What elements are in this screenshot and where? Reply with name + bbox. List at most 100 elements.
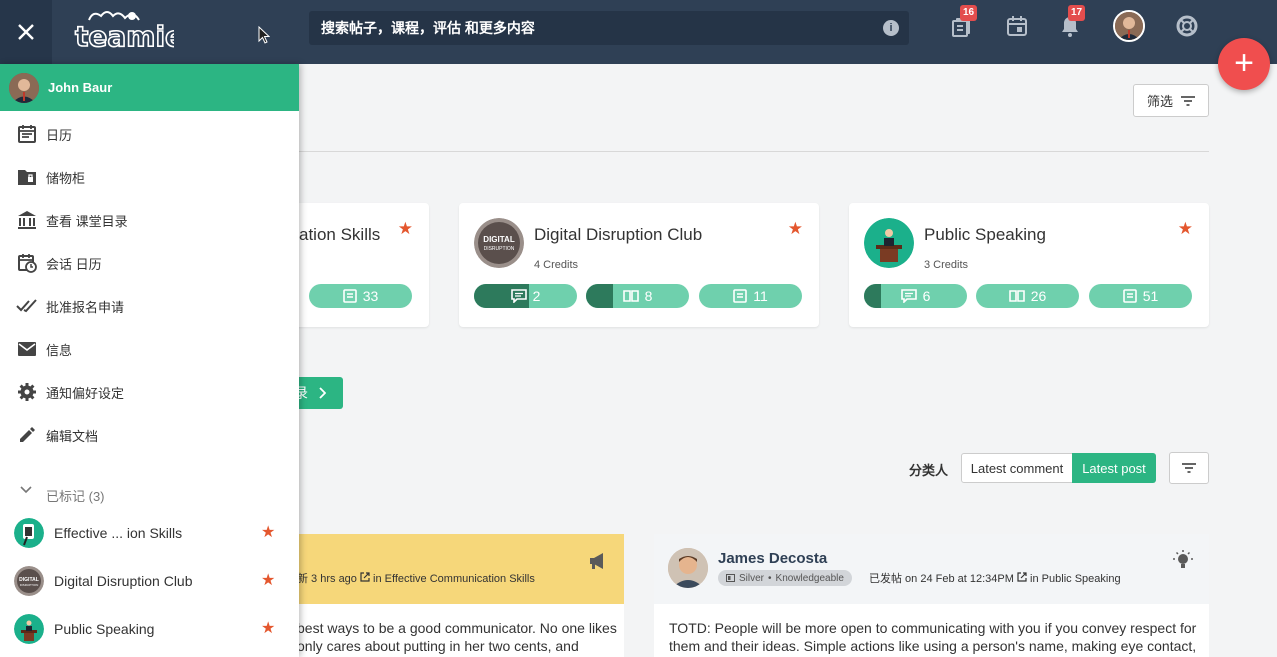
teamie-logo[interactable]: teamie	[74, 8, 185, 54]
sort-latest-post[interactable]: Latest post	[1072, 453, 1156, 483]
sort-filter-button[interactable]	[1169, 452, 1209, 484]
stat-value: 11	[753, 288, 768, 304]
sidebar-bookmark-item[interactable]: Effective ... ion Skills ★	[0, 510, 299, 556]
sort-label: 分类人	[909, 463, 949, 478]
external-link-icon[interactable]	[360, 572, 370, 582]
star-icon[interactable]: ★	[1178, 219, 1193, 239]
sidebar-item-session-calendar[interactable]: 会话 日历	[0, 243, 299, 283]
session-calendar-icon	[16, 252, 38, 274]
sidebar-item-calendar[interactable]: 日历	[0, 114, 299, 154]
course-stat-lessons[interactable]: 8	[586, 284, 689, 308]
posts-icon	[1122, 289, 1137, 303]
author-avatar[interactable]	[668, 548, 708, 588]
star-icon[interactable]: ★	[261, 618, 275, 638]
course-avatar	[14, 614, 44, 644]
external-link-icon[interactable]	[1017, 572, 1027, 582]
search-input[interactable]	[309, 11, 869, 45]
search-bar[interactable]: i	[309, 11, 909, 45]
author-name[interactable]: James Decosta	[718, 550, 827, 567]
chevron-right-icon	[319, 387, 326, 399]
course-stat-posts[interactable]: 51	[1089, 284, 1192, 308]
post-body: best ways to be a good communicator. No …	[297, 620, 617, 654]
post-time: 新 3 hrs ago	[297, 573, 357, 585]
add-fab-button[interactable]: +	[1218, 38, 1270, 90]
post-course-link[interactable]: Public Speaking	[1042, 573, 1121, 585]
course-stat-discussions[interactable]: 2	[474, 284, 577, 308]
course-title: ation Skills	[299, 225, 381, 244]
sidebar-item-edit-docs[interactable]: 编辑文档	[0, 415, 299, 455]
svg-text:teamie: teamie	[75, 20, 174, 52]
course-stat-posts[interactable]: 33	[309, 284, 412, 308]
post-meta: 新 3 hrs ago in Effective Communication S…	[297, 570, 535, 586]
star-icon[interactable]: ★	[398, 219, 413, 239]
author-level-badge: Silver • Knowledgeable	[718, 570, 852, 586]
bookmark-name: Digital Disruption Club	[54, 573, 193, 589]
course-credits: 4 Credits	[534, 259, 579, 271]
sidebar-item-catalog[interactable]: 查看 课堂目录	[0, 200, 299, 240]
logo-mascot-icon: teamie	[74, 11, 185, 54]
section-divider	[299, 151, 1209, 152]
level-separator: •	[768, 572, 772, 584]
public-speaking-logo	[14, 614, 44, 644]
sidebar-item-messages[interactable]: 信息	[0, 329, 299, 369]
post-course-link[interactable]: Effective Communication Skills	[385, 573, 535, 585]
star-icon[interactable]: ★	[788, 219, 803, 239]
avatar-image	[1115, 12, 1143, 40]
sidebar-item-label: 日历	[46, 127, 73, 143]
course-stat-posts[interactable]: 11	[699, 284, 802, 308]
course-title: Digital Disruption Club	[534, 225, 703, 244]
help-button[interactable]	[1175, 14, 1201, 40]
filter-button[interactable]: 筛选	[1133, 84, 1209, 117]
course-card[interactable]: DIGITAL DISRUPTION Digital Disruption Clu…	[459, 203, 819, 327]
post-card[interactable]: 新 3 hrs ago in Effective Communication S…	[280, 534, 624, 657]
close-sidebar-button[interactable]	[0, 0, 52, 64]
course-stat-lessons[interactable]: 26	[976, 284, 1079, 308]
sidebar-item-approve-enrollment[interactable]: 批准报名申请	[0, 286, 299, 326]
calendar-icon	[1007, 16, 1027, 36]
star-icon[interactable]: ★	[261, 570, 275, 590]
sidebar-item-notification-preferences[interactable]: 通知偏好设定	[0, 372, 299, 412]
double-check-icon	[16, 295, 38, 317]
level-title: Knowledgeable	[775, 572, 844, 584]
star-icon[interactable]: ★	[261, 522, 275, 542]
course-avatar: DIGITAL DISRUPTION	[14, 566, 44, 596]
svg-text:DISRUPTION: DISRUPTION	[484, 246, 515, 252]
digital-disruption-logo: DIGITAL DISRUPTION	[474, 218, 524, 268]
course-avatar	[14, 518, 44, 548]
megaphone-icon	[590, 553, 603, 569]
sidebar-item-label: 编辑文档	[46, 428, 99, 444]
stat-value: 8	[644, 288, 653, 304]
calendar-button[interactable]	[1005, 14, 1031, 40]
sidebar-bookmark-item[interactable]: DIGITAL DISRUPTION Digital Disruption Clu…	[0, 558, 299, 604]
post-card[interactable]: James Decosta Silver • Knowledgeable 已发帖…	[654, 534, 1209, 657]
post-in-label: in	[1030, 573, 1039, 585]
lightbulb-icon	[1173, 550, 1193, 568]
bookmarks-toggle[interactable]: 已标记 (3)	[0, 478, 299, 508]
sidebar-item-label: 批准报名申请	[46, 299, 125, 315]
sidebar-item-label: 会话 日历	[46, 256, 102, 272]
sidebar-bookmark-item[interactable]: Public Speaking ★	[0, 606, 299, 652]
chat-icon	[900, 289, 917, 303]
info-icon[interactable]: i	[883, 20, 899, 36]
post-meta: 已发帖 on 24 Feb at 12:34PM in Public Speak…	[869, 570, 1121, 586]
course-card[interactable]: Public Speaking 3 Credits ★ 6 26 51	[849, 203, 1209, 327]
level-text: Silver	[739, 572, 765, 584]
sidebar-item-label: 通知偏好设定	[46, 385, 125, 401]
course-stat-discussions[interactable]: 6	[864, 284, 967, 308]
mouse-cursor-icon	[258, 26, 270, 44]
locker-folder-icon	[16, 166, 38, 188]
close-icon	[18, 24, 34, 40]
svg-text:DISRUPTION: DISRUPTION	[20, 583, 39, 587]
course-avatar	[864, 218, 914, 268]
book-icon	[1008, 290, 1025, 302]
sidebar-item-lockers[interactable]: 储物柜	[0, 157, 299, 197]
user-avatar[interactable]	[1113, 10, 1145, 42]
avatar-image	[668, 548, 708, 588]
sidebar-user-profile[interactable]: John Baur	[0, 64, 299, 111]
book-icon	[622, 290, 639, 302]
posts-icon	[342, 289, 357, 303]
sort-latest-comment[interactable]: Latest comment	[961, 453, 1073, 483]
badge-icon	[726, 574, 735, 582]
stat-value: 26	[1030, 288, 1047, 304]
notifications-badge: 17	[1068, 5, 1086, 21]
